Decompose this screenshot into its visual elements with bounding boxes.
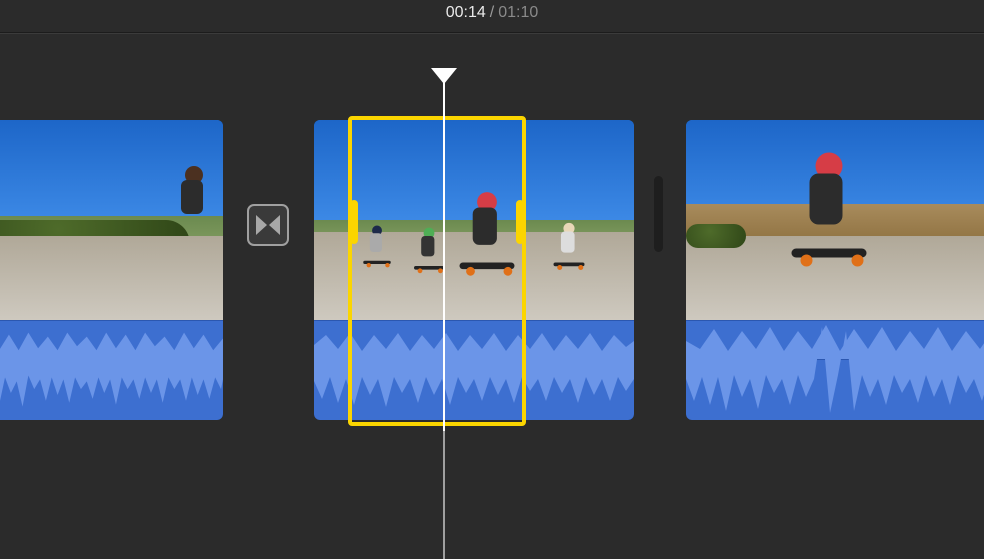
clip-video-thumbnail [0,120,223,320]
timeline-clip[interactable] [686,120,984,420]
clip-video-thumbnail [686,120,984,320]
clip-audio-waveform [0,320,223,420]
timeline[interactable] [0,34,984,521]
timecode-display: 00:14 / 01:10 [0,0,984,32]
cross-dissolve-icon[interactable] [247,204,289,246]
playhead-line [443,431,445,559]
timecode-current: 00:14 [446,4,486,22]
clip-video-thumbnail [314,120,634,320]
clip-gap-handle[interactable] [654,176,663,252]
primary-track[interactable] [0,120,984,420]
timeline-clip[interactable] [314,120,634,420]
timecode-separator: / [490,4,494,22]
timecode-total: 01:10 [498,4,538,22]
playhead-marker-icon[interactable] [431,68,457,84]
clip-audio-waveform [314,320,634,420]
timeline-clip[interactable] [0,120,223,420]
clip-audio-waveform [686,320,984,420]
